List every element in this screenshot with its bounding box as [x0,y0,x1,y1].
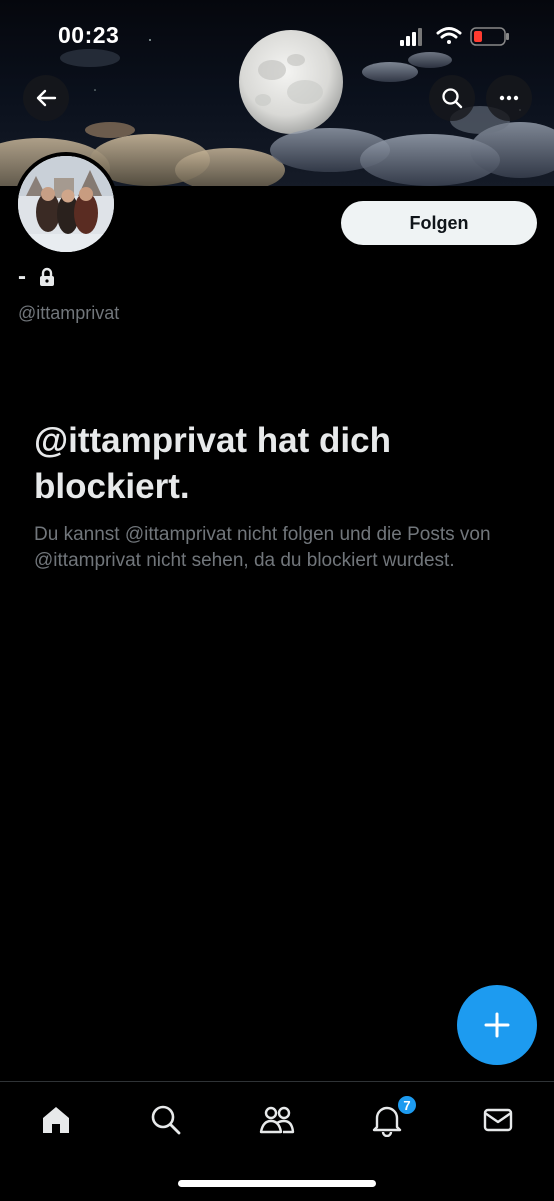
avatar-photo [18,156,114,252]
status-icons [396,24,516,50]
plus-icon [484,1012,510,1038]
blocked-description: Du kannst @ittamprivat nicht folgen und … [34,524,491,571]
search-button[interactable] [429,75,475,121]
profile-display-name: - [18,262,56,292]
status-time: 00:23 [58,22,120,48]
lock-icon [40,267,54,286]
profile-avatar[interactable] [14,152,118,256]
cellular-signal-icon [400,28,422,46]
compose-button[interactable] [457,985,537,1065]
wifi-icon [436,27,462,44]
display-name-text: - [18,263,26,290]
tab-messages[interactable] [478,1100,518,1140]
battery-icon [470,27,509,46]
notification-badge: 7 [396,1094,418,1116]
home-icon [43,1107,69,1133]
status-bar: 00:23 [0,0,554,74]
arrow-left-icon [36,89,57,107]
profile-handle: @ittamprivat [18,303,120,323]
more-horizontal-icon [499,95,519,101]
communities-icon [259,1106,295,1134]
search-icon [151,1105,181,1135]
mail-icon [483,1108,513,1132]
follow-button[interactable]: Folgen [341,201,537,245]
tab-search[interactable] [146,1100,186,1140]
blocked-title: @ittamprivat hat dich blockiert. [34,421,391,506]
home-indicator[interactable] [178,1180,376,1187]
search-icon [442,88,463,109]
more-options-button[interactable] [486,75,532,121]
tab-home[interactable] [36,1100,76,1140]
back-button[interactable] [23,75,69,121]
tab-communities[interactable] [257,1100,297,1140]
